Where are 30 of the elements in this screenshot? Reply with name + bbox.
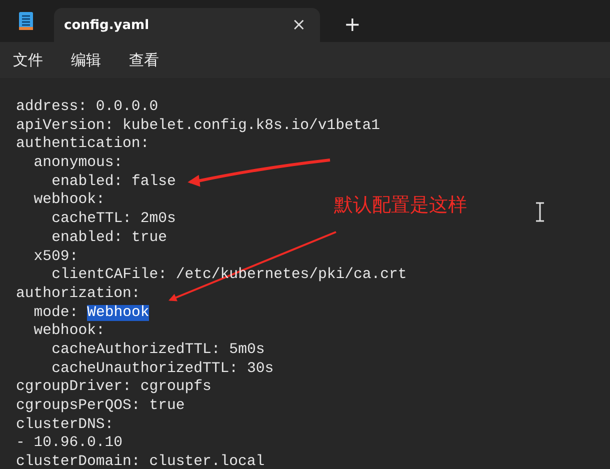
menu-item[interactable]: 文件 (10, 48, 46, 72)
selected-text: Webhook (87, 304, 150, 321)
notepad-icon[interactable] (18, 12, 34, 30)
code-line: address: 0.0.0.0 (16, 98, 158, 117)
code-line: anonymous: (32, 154, 123, 173)
code-line: cacheAuthorizedTTL: 5m0s (50, 340, 265, 360)
code-line: authorization: (16, 284, 140, 304)
code-line: authentication: (16, 135, 150, 154)
code-line: cacheTTL: 2m0s (50, 210, 176, 229)
code-line: x509: (32, 248, 78, 266)
code-line: cgroupsPerQOS: true (16, 397, 185, 416)
code-line: - 10.96.0.10 (16, 434, 123, 454)
code-line: cacheUnauthorizedTTL: 30s (50, 360, 274, 378)
close-button[interactable]: × (292, 15, 306, 35)
code-line: cgroupDriver: cgroupfs (16, 378, 212, 397)
code-line: apiVersion: kubelet.config.k8s.io/v1beta1 (16, 116, 380, 136)
annotation-text: 默认配置是这样 (334, 193, 467, 218)
code-line: clusterDomain: cluster.local (16, 453, 265, 469)
new-tab-button[interactable]: + (340, 12, 365, 36)
code-line: enabled: true (50, 228, 168, 248)
file-tab[interactable]: config.yaml × (54, 8, 320, 42)
menu-item[interactable]: 查看 (126, 48, 162, 72)
code-line: enabled: false (50, 172, 176, 192)
code-line: webhook: (32, 322, 105, 341)
text-cursor-icon (535, 202, 545, 222)
code-line: clusterDNS: (16, 416, 114, 434)
code-line: webhook: (32, 191, 105, 210)
tab-title: config.yaml (64, 18, 150, 32)
code-line: mode: Webhook (32, 304, 150, 322)
menu-item[interactable]: 编辑 (68, 48, 104, 72)
